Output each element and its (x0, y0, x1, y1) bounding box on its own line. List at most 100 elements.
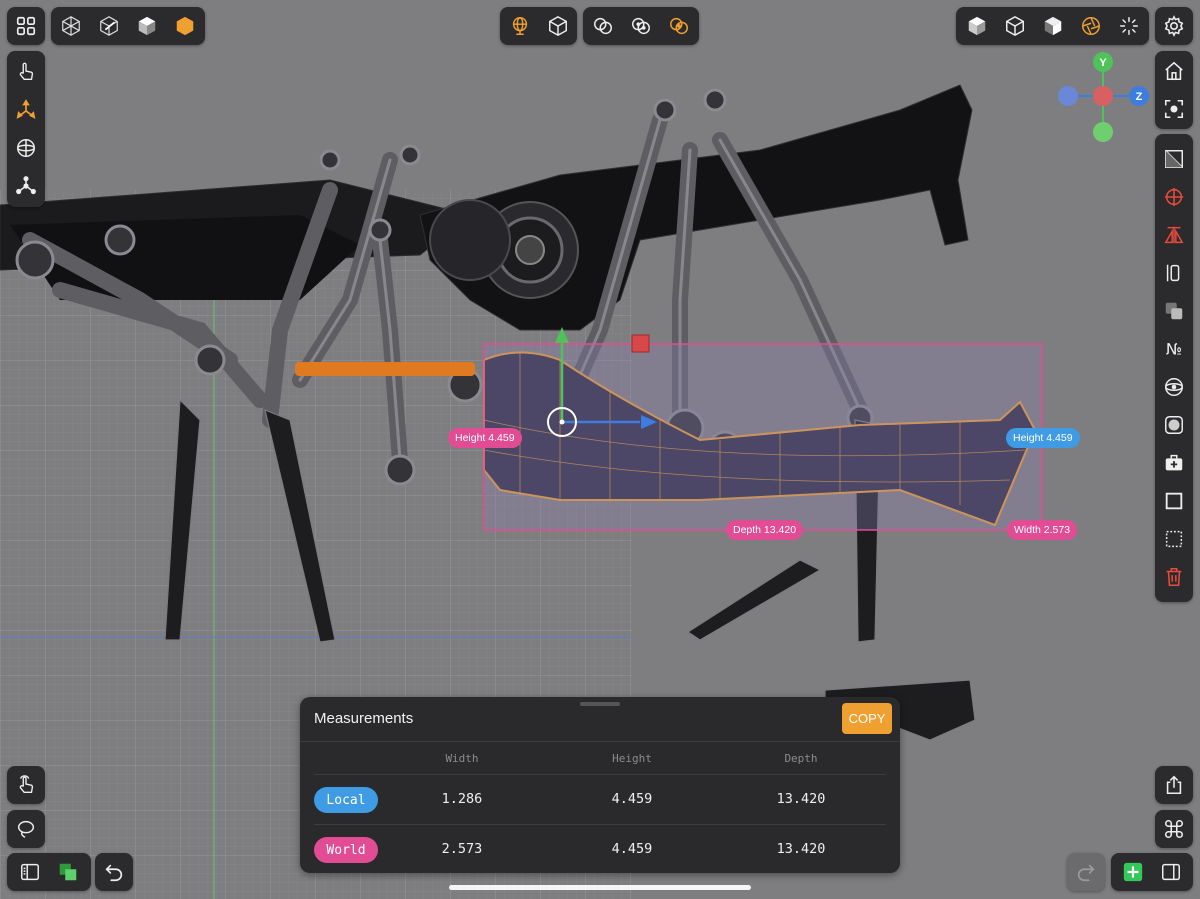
right-tool-strip: № (1155, 134, 1193, 602)
apps-menu-button[interactable] (7, 7, 45, 45)
toolbox-button[interactable] (1157, 446, 1191, 480)
cube-wire-icon (1005, 15, 1024, 37)
delete-button[interactable] (1157, 560, 1191, 594)
boolean-toolbar (583, 7, 699, 45)
square-button[interactable] (1157, 484, 1191, 518)
cube-solid-button[interactable] (960, 9, 994, 43)
object-space-button[interactable] (541, 9, 575, 43)
pivot-target-button[interactable] (1157, 180, 1191, 214)
burst-icon (1119, 17, 1138, 35)
layers-button[interactable] (51, 855, 85, 889)
left-tool-strip (7, 51, 45, 207)
shaded-mode-button[interactable] (168, 9, 202, 43)
hide-icon (1165, 150, 1183, 168)
solid-mode-button[interactable] (130, 9, 164, 43)
redo-icon (1077, 864, 1095, 882)
share-button[interactable] (1155, 766, 1193, 804)
share-icon (1166, 775, 1182, 795)
lasso-button[interactable] (7, 810, 45, 848)
table-row: Local 1.286 4.459 13.420 (314, 774, 886, 825)
boolean-intersect-icon (670, 17, 688, 35)
gear-icon (1164, 15, 1184, 37)
move-gizmo-icon (16, 99, 36, 119)
boolean-subtract-button[interactable] (624, 9, 658, 43)
world-pill[interactable]: World (314, 837, 378, 863)
command-icon (1165, 820, 1183, 838)
redo-button[interactable] (1067, 853, 1105, 891)
align-button[interactable] (1157, 256, 1191, 290)
panel-grab-handle[interactable] (580, 702, 620, 706)
sidebar-icon (21, 863, 39, 881)
burst-button[interactable] (1112, 9, 1146, 43)
coordinate-space-toolbar (500, 7, 577, 45)
xray-mode-icon (100, 16, 118, 36)
axis-z-label: Z (1136, 91, 1143, 103)
copy-button[interactable]: COPY (842, 703, 892, 734)
column-header-depth: Depth (784, 752, 818, 765)
camera-tool-strip (1155, 51, 1193, 129)
column-header-width: Width (445, 752, 479, 765)
sidebar-toggle-button[interactable] (13, 855, 47, 889)
height-right-tag: Height 4.459 (1006, 428, 1080, 448)
world-space-button[interactable] (503, 9, 537, 43)
aperture-button[interactable] (1074, 9, 1108, 43)
world-sphere-icon (512, 17, 527, 35)
touch-select-button[interactable] (9, 55, 43, 89)
pivot-target-icon (1164, 187, 1184, 207)
measurements-panel[interactable]: Measurements COPY Width Height Depth Loc… (300, 697, 900, 873)
scale-handle[interactable] (631, 334, 650, 353)
view-mode-toolbar (51, 7, 205, 45)
boolean-subtract-icon (632, 17, 650, 35)
home-indicator[interactable] (449, 885, 751, 890)
move-gizmo-button[interactable] (9, 93, 43, 127)
cube-wire-button[interactable] (998, 9, 1032, 43)
world-width-value: 2.573 (441, 841, 483, 857)
circle-shape-button[interactable] (1157, 408, 1191, 442)
boolean-union-icon (594, 17, 612, 35)
undo-button[interactable] (95, 853, 133, 891)
width-tag: Width 2.573 (1007, 520, 1078, 540)
touch-mode-button[interactable] (7, 766, 45, 804)
touch-mode-icon (19, 775, 34, 794)
boolean-intersect-button[interactable] (662, 9, 696, 43)
add-icon (1123, 862, 1143, 882)
mirror-button[interactable] (1157, 218, 1191, 252)
inspector-icon (1162, 863, 1180, 881)
focus-selection-button[interactable] (1157, 92, 1191, 126)
wireframe-mode-button[interactable] (54, 9, 88, 43)
local-pill[interactable]: Local (314, 787, 378, 813)
duplicate-button[interactable] (1157, 294, 1191, 328)
circle-shape-icon (1165, 416, 1183, 434)
inspector-toggle-button[interactable] (1154, 855, 1188, 889)
undo-icon (105, 864, 123, 882)
cube-solid-icon (968, 16, 985, 36)
render-mode-toolbar (956, 7, 1149, 45)
add-object-button[interactable] (1116, 855, 1150, 889)
boolean-union-button[interactable] (586, 9, 620, 43)
settings-button[interactable] (1155, 7, 1193, 45)
home-icon (1165, 61, 1183, 81)
xray-mode-button[interactable] (92, 9, 126, 43)
numeric-input-button[interactable]: № (1157, 332, 1191, 366)
solid-mode-icon (138, 16, 156, 36)
axis-x-handle[interactable] (1093, 86, 1113, 106)
axis-y-label: Y (1099, 57, 1107, 69)
mirror-icon (1164, 226, 1184, 244)
dotted-select-button[interactable] (1157, 522, 1191, 556)
command-button[interactable] (1155, 810, 1193, 848)
sphere-map-button[interactable] (1157, 370, 1191, 404)
cube-shaded-button[interactable] (1036, 9, 1070, 43)
rotate-gizmo-button[interactable] (9, 131, 43, 165)
duplicate-icon (1165, 302, 1183, 320)
wireframe-mode-icon (62, 16, 80, 36)
bottom-left-toolbar (7, 853, 91, 891)
world-depth-value: 13.420 (776, 841, 826, 857)
dotted-square-icon (1165, 530, 1183, 548)
axis-orientation-gizmo[interactable]: Y Z (1055, 52, 1151, 148)
home-view-button[interactable] (1157, 54, 1191, 88)
align-icon (1166, 264, 1180, 282)
panel-title: Measurements (314, 710, 414, 727)
hide-button[interactable] (1157, 142, 1191, 176)
vertex-tool-button[interactable] (9, 169, 43, 203)
rotate-gizmo-icon (17, 139, 35, 157)
